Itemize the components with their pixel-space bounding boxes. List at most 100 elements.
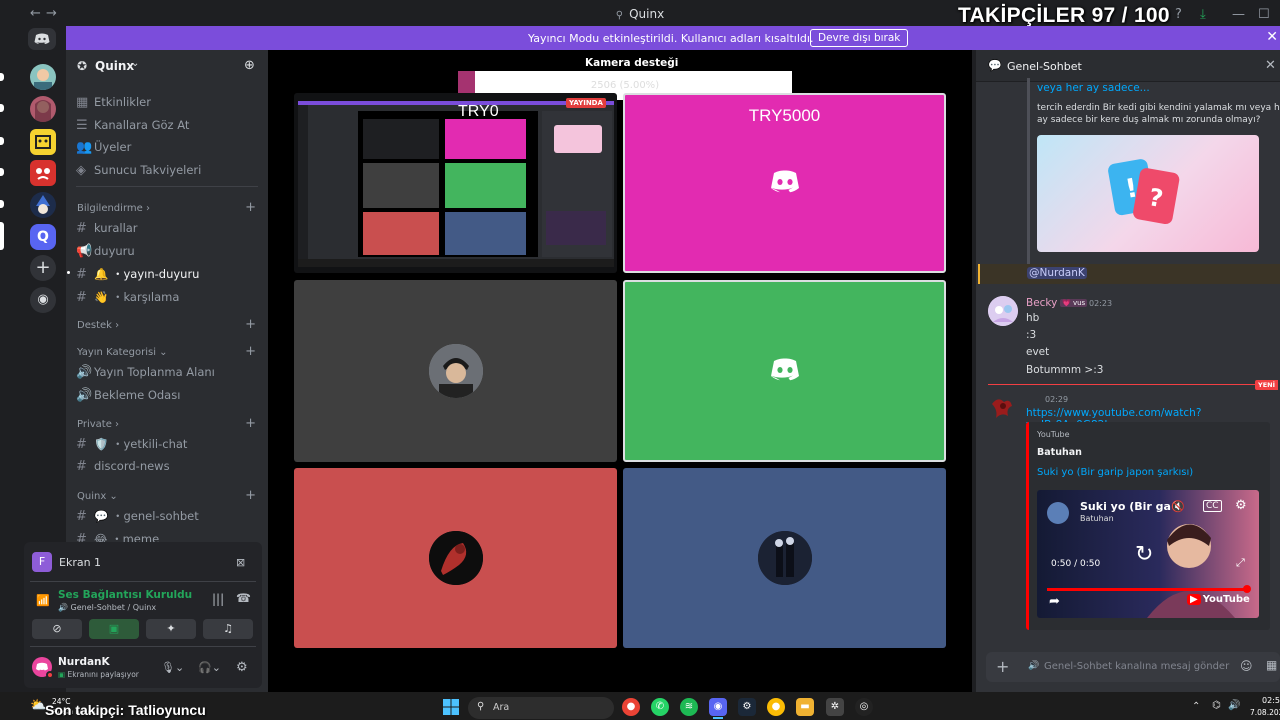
participant-tile-pink[interactable]: TRY5000 [623,93,946,273]
server-header[interactable]: ✪ Quinx ⌄ ⊕ [66,50,268,84]
add-channel-icon[interactable]: + [245,200,256,215]
video-player[interactable]: Suki yo (Bir ga Batuhan 🔇 CC ⚙ ↻ 0:50 / … [1037,490,1259,618]
close-icon[interactable]: ✕ [1266,29,1278,45]
embed-title[interactable]: veya her ay sadece... [1037,82,1150,94]
channel-duyuru[interactable]: 📢 duyuru [76,244,135,259]
share-icon[interactable]: ➦ [1049,594,1060,609]
youtube-logo[interactable]: ▶ YouTube [1187,594,1250,605]
category-private[interactable]: Private › [77,419,119,430]
channel-kurallar[interactable]: # kurallar [76,221,138,236]
disconnect-icon[interactable]: ☎ [236,591,251,605]
progress-handle[interactable] [1243,585,1251,593]
spotify-app-icon[interactable]: ≋ [680,698,698,716]
channel-discord-news[interactable]: # discord-news [76,459,170,474]
nav-members[interactable]: 👥 Üyeler [76,140,131,155]
participant-tile-grey[interactable] [294,280,617,462]
channel-avatar[interactable] [1047,502,1069,524]
screen-share-button[interactable]: ▣ [89,619,139,639]
invite-icon[interactable]: ⊕ [244,58,255,73]
chrome-profile-app-icon[interactable]: ● [767,698,785,716]
author-avatar[interactable] [988,296,1018,326]
discover-icon[interactable]: ◉ [30,287,56,313]
speaker-icon: 🔊 [1028,661,1040,671]
participant-tile-red[interactable] [294,468,617,648]
stop-share-icon[interactable]: ⊠ [236,556,245,569]
category-destek[interactable]: Destek › [77,320,119,331]
obs-app-icon[interactable]: ◎ [855,698,873,716]
download-icon[interactable]: ⤓ [1200,7,1206,22]
channel-karsilama[interactable]: # 👋 ・karşılama [76,289,179,305]
whatsapp-app-icon[interactable]: ✆ [651,698,669,716]
steam-app-icon[interactable]: ⚙ [738,698,756,716]
channel-bekleme[interactable]: 🔊 Bekleme Odası [76,388,180,403]
activities-button[interactable]: ✦ [146,619,196,639]
file-explorer-app-icon[interactable]: ▬ [796,698,814,716]
server-icon-3[interactable] [30,129,56,155]
network-icon[interactable]: ⌬ [1212,700,1221,711]
fullscreen-icon[interactable]: ⤢ [1236,556,1245,570]
replay-icon[interactable]: ↻ [1135,542,1153,567]
settings-gear-icon[interactable]: ⚙ [236,660,248,675]
server-icon-4[interactable] [30,160,56,186]
weather-icon[interactable]: ⛅ [30,698,46,713]
chrome-app-icon[interactable]: ● [622,698,640,716]
participant-tile-blue[interactable] [623,468,946,648]
video-progress[interactable] [1047,588,1249,591]
maximize-icon[interactable]: ☐ [1258,7,1270,22]
server-icon-quinx[interactable]: Q [30,224,56,250]
clock-time[interactable]: 02:5 [1250,696,1280,705]
settings-gear-icon[interactable]: ⚙ [1235,498,1247,513]
server-icon-1[interactable] [30,64,56,90]
add-server-icon[interactable]: + [30,255,56,281]
nav-browse-channels[interactable]: ☰ Kanallara Göz At [76,118,189,133]
embed-image[interactable]: ! ? [1037,135,1259,252]
channel-yetkili-chat[interactable]: # 🛡️ ・yetkili-chat [76,436,187,452]
embed-provider[interactable]: YouTube [1037,430,1070,439]
soundboard-button[interactable]: ♫ [203,619,253,639]
add-channel-icon[interactable]: + [245,317,256,332]
server-icon-2[interactable] [30,96,56,122]
disable-streamer-mode-button[interactable]: Devre dışı bırak [810,29,909,47]
close-icon[interactable]: ✕ [1265,58,1276,73]
app-icon[interactable]: ✲ [826,698,844,716]
add-channel-icon[interactable]: + [245,416,256,431]
add-channel-icon[interactable]: + [245,344,256,359]
help-icon[interactable]: ? [1175,7,1182,22]
windows-start-icon[interactable] [443,699,459,715]
emoji-icon[interactable]: ☺ [1240,659,1253,673]
category-bilgilendirme[interactable]: Bilgilendirme › [77,203,150,214]
microphone-icon[interactable]: 🎙⌄ [161,661,184,674]
nav-boosts[interactable]: ◈ Sunucu Takviyeleri [76,163,201,178]
participant-tile-green[interactable] [623,280,946,462]
author-avatar[interactable] [988,394,1016,422]
volume-icon[interactable]: 🔊 [1228,700,1240,711]
mute-icon[interactable]: 🔇 [1171,500,1185,513]
discord-home-button[interactable] [28,28,56,50]
message-input[interactable]: + 🔊 Genel-Sohbet kanalına mesaj gönder ☺… [986,652,1280,682]
screen-share-tile[interactable]: TRY0 YAYINDA [294,93,617,273]
server-icon-5[interactable] [30,192,56,218]
tray-chevron-icon[interactable]: ⌃ [1192,701,1200,712]
noise-suppression-icon[interactable]: ||| [212,592,224,606]
camera-off-button[interactable]: ⊘ [32,619,82,639]
clock-date[interactable]: 7.08.202 [1250,708,1280,717]
taskbar-search[interactable]: ⚲ Ara [468,697,614,719]
headphones-icon[interactable]: 🎧⌄ [198,661,221,674]
category-quinx[interactable]: Quinx ⌄ [77,491,118,502]
category-yayin[interactable]: Yayın Kategorisi ⌄ [77,347,168,358]
captions-icon[interactable]: CC [1203,500,1222,512]
app-launcher-icon[interactable]: ▦ [1266,658,1277,672]
mention[interactable]: @NurdanK [1027,267,1087,279]
minimize-icon[interactable]: — [1232,7,1245,22]
nav-events[interactable]: ▦ Etkinlikler [76,95,151,110]
embed-video-title[interactable]: Suki yo (Bir garip japon şarkısı) [1037,467,1193,478]
discord-app-icon[interactable]: ◉ [709,698,727,716]
add-attachment-icon[interactable]: + [996,657,1009,676]
channel-genel-sohbet[interactable]: # 💬 ・genel-sohbet [76,508,199,524]
voice-status[interactable]: Ses Bağlantısı Kuruldu [58,589,192,601]
channel-yayin-toplanma[interactable]: 🔊 Yayın Toplanma Alanı [76,365,215,380]
author-name[interactable]: Becky [1026,297,1057,309]
embed-author[interactable]: Batuhan [1037,447,1082,458]
add-channel-icon[interactable]: + [245,488,256,503]
channel-yayin-duyuru[interactable]: # 🔔 ・yayın-duyuru [76,266,199,282]
